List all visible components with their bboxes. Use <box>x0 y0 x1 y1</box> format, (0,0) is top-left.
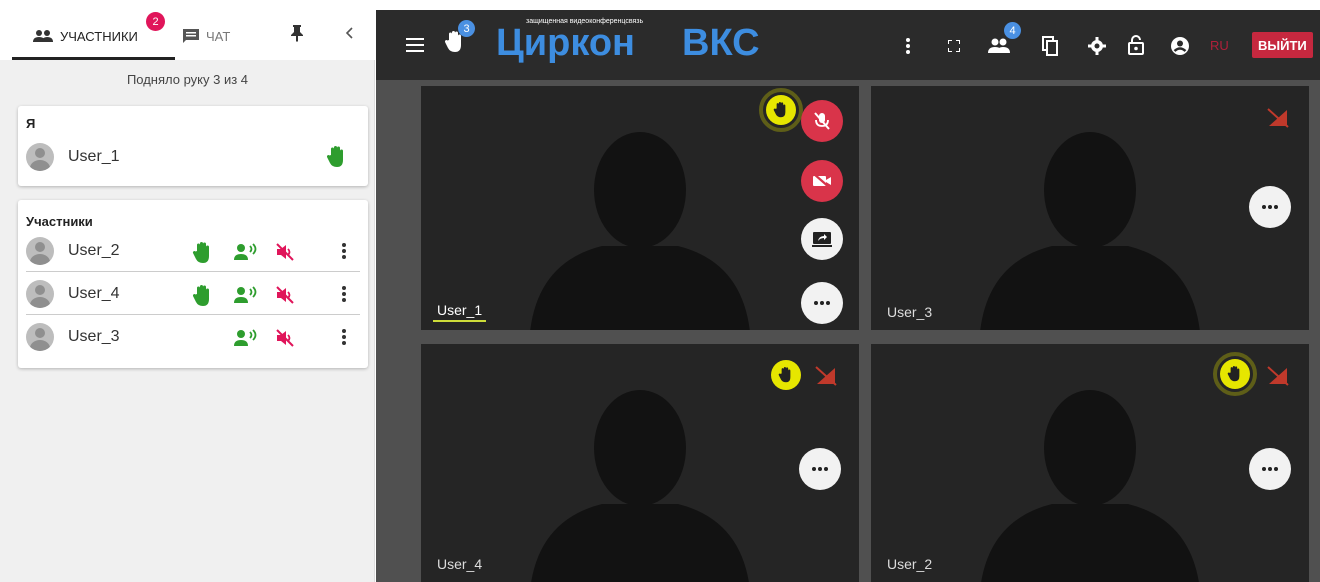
video-grid: User_1 User_3 User_4 User_2 <box>376 80 1320 582</box>
raised-hand-indicator[interactable] <box>766 95 796 125</box>
sidebar-tabs: УЧАСТНИКИ 2 ЧАТ <box>0 0 375 60</box>
user-name: User_4 <box>68 284 120 302</box>
tile-more-button[interactable] <box>799 448 841 490</box>
raised-hand-indicator[interactable] <box>1220 359 1250 389</box>
copy-icon[interactable] <box>1042 36 1058 56</box>
more-horizontal-icon <box>1262 467 1278 471</box>
tile-more-button[interactable] <box>801 282 843 324</box>
mic-off-icon <box>814 112 830 130</box>
camera-off-indicator-icon <box>815 366 837 386</box>
chat-icon <box>183 29 199 43</box>
avatar-silhouette <box>531 390 749 582</box>
user-name: User_3 <box>68 328 120 345</box>
more-horizontal-icon <box>814 301 830 305</box>
logo-text-left: Циркон <box>496 22 636 64</box>
menu-icon[interactable] <box>406 38 424 52</box>
raised-hand-icon <box>778 367 791 383</box>
list-item[interactable]: User_1 <box>26 136 360 178</box>
sidebar: УЧАСТНИКИ 2 ЧАТ Подняло руку 3 из 4 Я Us… <box>0 0 375 582</box>
gear-icon[interactable] <box>1088 37 1106 55</box>
camera-off-indicator-icon <box>1267 366 1289 386</box>
raised-hand-icon <box>1227 366 1240 382</box>
raised-hands-badge: 3 <box>458 20 475 37</box>
participants-badge: 4 <box>1004 22 1021 39</box>
top-toolbar: 3 защищенная видеоконференцсвязь Циркон … <box>376 0 1320 80</box>
avatar <box>26 279 54 308</box>
tab-participants-label: УЧАСТНИКИ <box>60 28 138 44</box>
speaking-icon[interactable] <box>234 243 260 261</box>
more-horizontal-icon <box>1262 205 1278 209</box>
list-item[interactable]: User_4 <box>26 273 360 315</box>
chevron-left-icon[interactable] <box>344 27 354 39</box>
avatar-silhouette <box>530 132 750 330</box>
me-card-title: Я <box>26 116 36 131</box>
raised-hand-icon <box>326 146 343 167</box>
more-vertical-icon[interactable] <box>906 38 910 54</box>
camera-off-button[interactable] <box>801 160 843 202</box>
more-horizontal-icon <box>812 467 828 471</box>
avatar <box>26 143 54 171</box>
more-vertical-icon[interactable] <box>341 242 347 260</box>
speaking-icon[interactable] <box>234 329 260 347</box>
tile-user-label: User_4 <box>437 556 483 572</box>
tab-chat-label: ЧАТ <box>206 28 231 44</box>
participants-card: Участники User_2 User_4 User_3 <box>18 200 368 368</box>
video-tile[interactable]: User_1 <box>421 86 859 330</box>
tab-participants[interactable]: УЧАСТНИКИ <box>32 18 138 54</box>
pin-icon[interactable] <box>290 24 304 42</box>
raised-hand-icon[interactable] <box>192 284 214 308</box>
participants-icon[interactable] <box>988 38 1010 54</box>
account-icon[interactable] <box>1170 36 1190 56</box>
camera-off-indicator-icon <box>1267 108 1289 128</box>
avatar-silhouette <box>981 390 1199 582</box>
video-tile[interactable]: User_4 <box>421 344 859 582</box>
more-vertical-icon[interactable] <box>341 285 347 303</box>
tile-user-label: User_3 <box>887 304 933 320</box>
tile-more-button[interactable] <box>1249 448 1291 490</box>
people-icon <box>33 30 53 42</box>
camera-off-icon <box>813 173 831 189</box>
me-card: Я User_1 <box>18 106 368 186</box>
top-strip <box>376 0 1320 10</box>
tile-user-label: User_1 <box>433 300 487 322</box>
list-item[interactable]: User_3 <box>26 316 360 358</box>
tile-user-label: User_2 <box>887 556 933 572</box>
share-screen-button[interactable] <box>801 218 843 260</box>
logo-text-right: ВКС <box>682 22 760 64</box>
list-item[interactable]: User_2 <box>26 230 360 272</box>
tab-chat[interactable]: ЧАТ <box>182 18 230 54</box>
more-vertical-icon[interactable] <box>341 328 347 346</box>
avatar-silhouette <box>980 132 1200 330</box>
participants-card-title: Участники <box>26 214 93 229</box>
user-name: User_2 <box>68 241 120 259</box>
fullscreen-icon[interactable] <box>948 40 960 52</box>
app-root: УЧАСТНИКИ 2 ЧАТ Подняло руку 3 из 4 Я Us… <box>0 0 1320 582</box>
user-name: User_1 <box>68 148 120 165</box>
video-tile[interactable]: User_3 <box>871 86 1309 330</box>
participants-badge: 2 <box>146 12 165 31</box>
raised-hand-indicator[interactable] <box>771 360 801 390</box>
logout-button[interactable]: ВЫЙТИ <box>1252 32 1313 58</box>
muted-speaker-icon[interactable] <box>275 328 295 348</box>
speaking-icon[interactable] <box>234 286 260 304</box>
raised-hand-icon[interactable] <box>192 241 214 265</box>
mute-mic-button[interactable] <box>801 100 843 142</box>
conference-main: 3 защищенная видеоконференцсвязь Циркон … <box>376 0 1320 582</box>
screen-share-icon <box>812 232 832 247</box>
video-tile[interactable]: User_2 <box>871 344 1309 582</box>
muted-speaker-icon[interactable] <box>275 285 295 305</box>
active-tab-indicator <box>12 57 175 60</box>
language-switch[interactable]: RU <box>1210 38 1229 53</box>
avatar <box>26 323 54 351</box>
tile-more-button[interactable] <box>1249 186 1291 228</box>
muted-speaker-icon[interactable] <box>275 242 295 262</box>
raised-hands-status: Подняло руку 3 из 4 <box>126 72 249 87</box>
raised-hand-icon <box>773 102 786 118</box>
lock-open-icon[interactable] <box>1128 35 1144 55</box>
avatar <box>26 236 54 265</box>
